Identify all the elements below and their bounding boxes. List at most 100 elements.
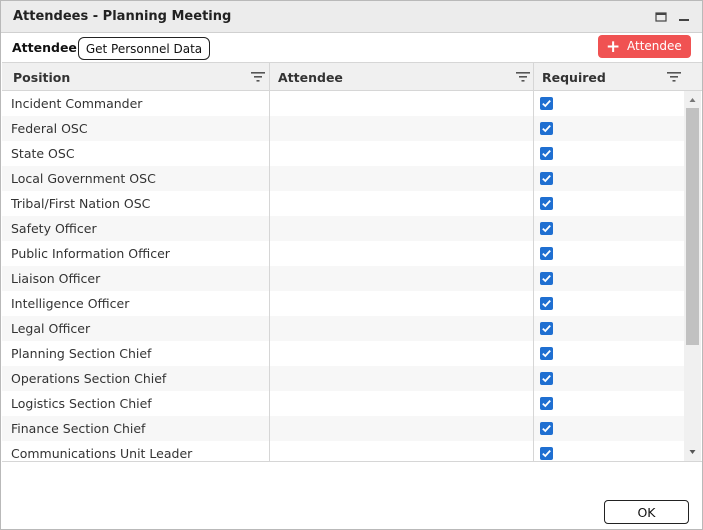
required-cell bbox=[534, 441, 684, 461]
position-cell[interactable]: Liaison Officer bbox=[2, 266, 270, 291]
checkmark-icon bbox=[542, 124, 551, 133]
table-row[interactable]: Operations Section Chief bbox=[2, 366, 684, 391]
checkmark-icon bbox=[542, 149, 551, 158]
table-row[interactable]: Communications Unit Leader bbox=[2, 441, 684, 461]
table-row[interactable]: Public Information Officer bbox=[2, 241, 684, 266]
position-cell[interactable]: Local Government OSC bbox=[2, 166, 270, 191]
grid-body: Incident Commander Federal OSC State OSC Lo… bbox=[2, 91, 684, 461]
column-header-label: Attendee bbox=[278, 70, 343, 85]
get-personnel-data-button[interactable]: Get Personnel Data bbox=[78, 37, 210, 60]
required-cell bbox=[534, 116, 684, 141]
required-checkbox[interactable] bbox=[540, 172, 553, 185]
attendee-cell[interactable] bbox=[270, 441, 534, 461]
table-row[interactable]: Federal OSC bbox=[2, 116, 684, 141]
vertical-scrollbar[interactable] bbox=[684, 91, 701, 461]
position-cell[interactable]: Communications Unit Leader bbox=[2, 441, 270, 461]
position-cell[interactable]: Public Information Officer bbox=[2, 241, 270, 266]
table-row[interactable]: Finance Section Chief bbox=[2, 416, 684, 441]
attendee-cell[interactable] bbox=[270, 416, 534, 441]
position-text: Legal Officer bbox=[11, 321, 91, 336]
position-cell[interactable]: State OSC bbox=[2, 141, 270, 166]
checkmark-icon bbox=[542, 299, 551, 308]
position-cell[interactable]: Safety Officer bbox=[2, 216, 270, 241]
ok-button[interactable]: OK bbox=[604, 500, 689, 524]
required-cell bbox=[534, 416, 684, 441]
table-row[interactable]: Tribal/First Nation OSC bbox=[2, 191, 684, 216]
scrollbar-thumb[interactable] bbox=[686, 108, 699, 345]
table-row[interactable]: Planning Section Chief bbox=[2, 341, 684, 366]
position-cell[interactable]: Incident Commander bbox=[2, 91, 270, 116]
attendee-cell[interactable] bbox=[270, 266, 534, 291]
position-cell[interactable]: Logistics Section Chief bbox=[2, 391, 270, 416]
column-header-label: Required bbox=[542, 70, 606, 85]
table-row[interactable]: Safety Officer bbox=[2, 216, 684, 241]
required-cell bbox=[534, 341, 684, 366]
position-cell[interactable]: Federal OSC bbox=[2, 116, 270, 141]
required-cell bbox=[534, 316, 684, 341]
attendee-cell[interactable] bbox=[270, 116, 534, 141]
attendee-cell[interactable] bbox=[270, 91, 534, 116]
position-cell[interactable]: Legal Officer bbox=[2, 316, 270, 341]
title-bar[interactable]: Attendees - Planning Meeting bbox=[1, 1, 702, 33]
position-cell[interactable]: Intelligence Officer bbox=[2, 291, 270, 316]
position-text: Federal OSC bbox=[11, 121, 88, 136]
position-cell[interactable]: Finance Section Chief bbox=[2, 416, 270, 441]
filter-icon[interactable] bbox=[251, 71, 265, 83]
required-checkbox[interactable] bbox=[540, 122, 553, 135]
add-attendee-button[interactable]: + Attendee bbox=[598, 35, 691, 58]
required-checkbox[interactable] bbox=[540, 297, 553, 310]
required-checkbox[interactable] bbox=[540, 322, 553, 335]
attendees-dialog: Attendees - Planning Meeting Attendee Ge… bbox=[0, 0, 703, 530]
checkmark-icon bbox=[542, 349, 551, 358]
required-cell bbox=[534, 166, 684, 191]
minimize-icon[interactable] bbox=[676, 9, 692, 25]
required-checkbox[interactable] bbox=[540, 222, 553, 235]
required-checkbox[interactable] bbox=[540, 347, 553, 360]
required-checkbox[interactable] bbox=[540, 197, 553, 210]
filter-icon[interactable] bbox=[516, 71, 530, 83]
attendee-cell[interactable] bbox=[270, 191, 534, 216]
checkmark-icon bbox=[542, 224, 551, 233]
attendee-cell[interactable] bbox=[270, 366, 534, 391]
attendee-label: Attendee bbox=[12, 40, 77, 55]
column-header-position[interactable]: Position bbox=[2, 63, 270, 91]
required-checkbox[interactable] bbox=[540, 97, 553, 110]
required-cell bbox=[534, 391, 684, 416]
position-cell[interactable]: Planning Section Chief bbox=[2, 341, 270, 366]
scroll-up-icon[interactable] bbox=[684, 93, 701, 107]
attendee-cell[interactable] bbox=[270, 341, 534, 366]
attendee-cell[interactable] bbox=[270, 241, 534, 266]
table-row[interactable]: Liaison Officer bbox=[2, 266, 684, 291]
attendee-cell[interactable] bbox=[270, 166, 534, 191]
position-cell[interactable]: Operations Section Chief bbox=[2, 366, 270, 391]
column-header-required[interactable]: Required bbox=[534, 63, 702, 91]
required-checkbox[interactable] bbox=[540, 272, 553, 285]
attendee-cell[interactable] bbox=[270, 141, 534, 166]
table-row[interactable]: Local Government OSC bbox=[2, 166, 684, 191]
required-checkbox[interactable] bbox=[540, 397, 553, 410]
attendee-cell[interactable] bbox=[270, 291, 534, 316]
attendee-cell[interactable] bbox=[270, 216, 534, 241]
required-checkbox[interactable] bbox=[540, 422, 553, 435]
attendee-cell[interactable] bbox=[270, 316, 534, 341]
table-row[interactable]: State OSC bbox=[2, 141, 684, 166]
scroll-down-icon[interactable] bbox=[684, 445, 701, 459]
checkmark-icon bbox=[542, 399, 551, 408]
position-cell[interactable]: Tribal/First Nation OSC bbox=[2, 191, 270, 216]
table-row[interactable]: Logistics Section Chief bbox=[2, 391, 684, 416]
filter-icon[interactable] bbox=[667, 71, 681, 83]
table-row[interactable]: Incident Commander bbox=[2, 91, 684, 116]
attendee-cell[interactable] bbox=[270, 391, 534, 416]
required-checkbox[interactable] bbox=[540, 372, 553, 385]
required-checkbox[interactable] bbox=[540, 147, 553, 160]
position-text: State OSC bbox=[11, 146, 75, 161]
required-checkbox[interactable] bbox=[540, 247, 553, 260]
table-row[interactable]: Intelligence Officer bbox=[2, 291, 684, 316]
column-header-attendee[interactable]: Attendee bbox=[270, 63, 534, 91]
maximize-icon[interactable] bbox=[653, 9, 669, 25]
table-row[interactable]: Legal Officer bbox=[2, 316, 684, 341]
grid-header: Position Attendee Required bbox=[2, 63, 702, 91]
plus-icon: + bbox=[606, 36, 621, 57]
checkmark-icon bbox=[542, 424, 551, 433]
required-checkbox[interactable] bbox=[540, 447, 553, 460]
